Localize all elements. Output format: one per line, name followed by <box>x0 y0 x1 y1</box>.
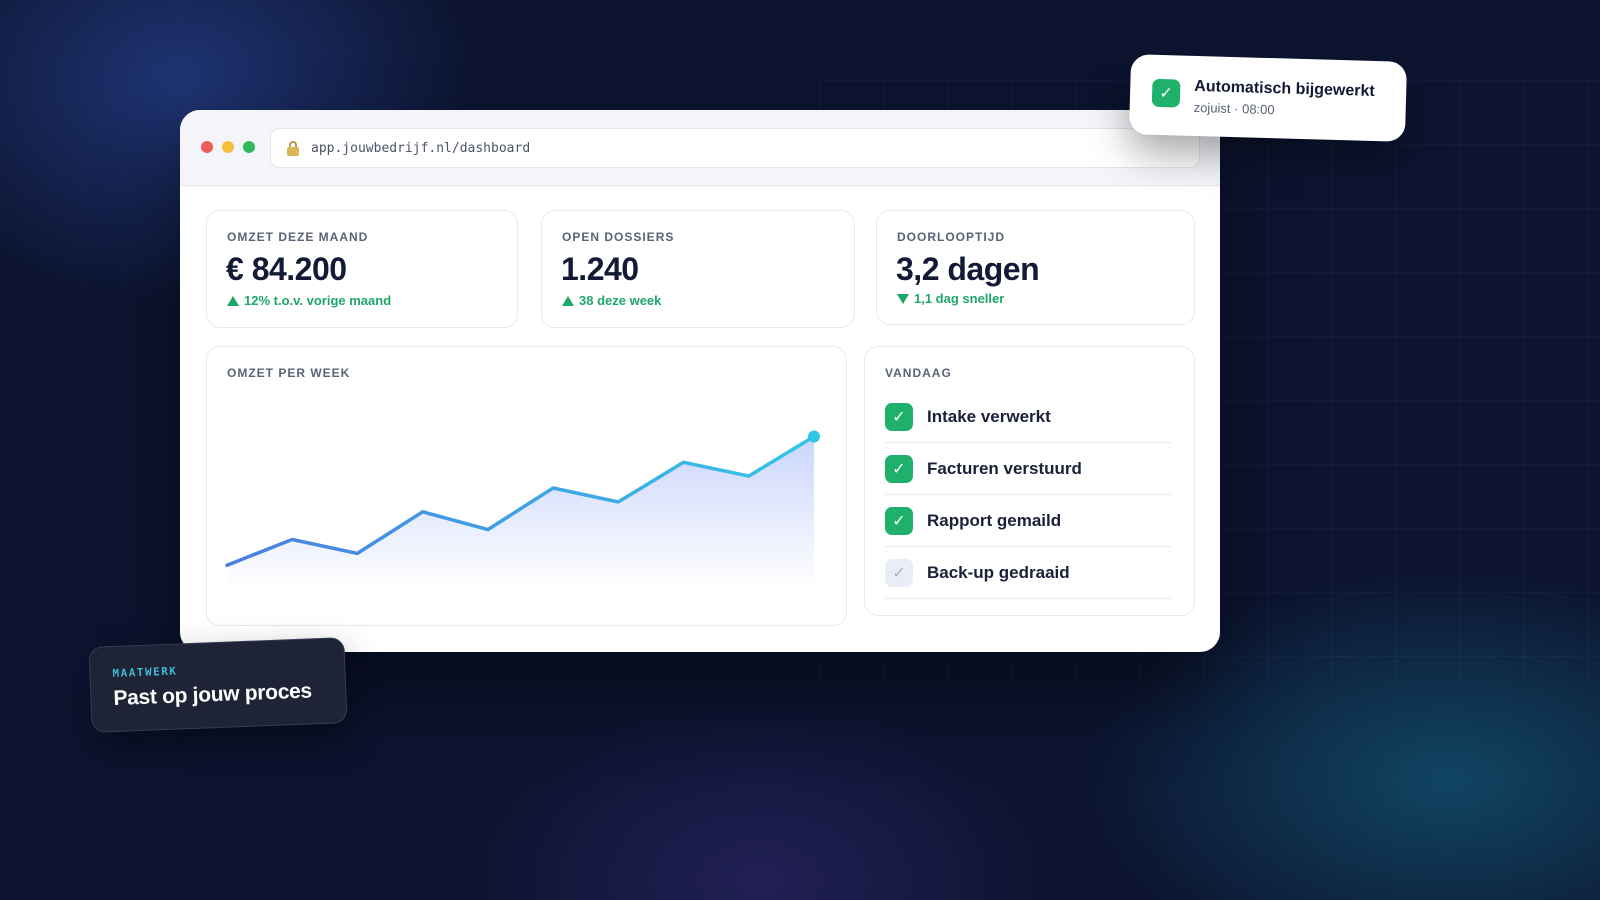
todo-item[interactable]: ✓ Back-up gedraaid <box>885 547 1171 599</box>
todo-item-label: Facturen verstuurd <box>927 458 1082 478</box>
toast-subtitle: zojuist · 08:00 <box>1193 99 1275 118</box>
kpi-card-lead-time: DOORLOOPTIJD 3,2 dagen 1,1 dag sneller <box>876 210 1195 325</box>
chart-point <box>551 486 555 490</box>
kpi-delta-text: 38 deze week <box>579 293 662 308</box>
kpi-delta-text: 1,1 dag sneller <box>914 291 1005 306</box>
chart-point <box>486 528 490 532</box>
kpi-value: 1.240 <box>561 251 639 287</box>
todo-item-label: Rapport gemaild <box>927 510 1062 530</box>
kpi-delta: 12% t.o.v. vorige maand <box>227 293 391 308</box>
revenue-area-chart <box>225 430 820 589</box>
check-pending-icon[interactable]: ✓ <box>885 558 913 587</box>
kpi-label: DOORLOOPTIJD <box>897 230 1006 244</box>
custom-work-badge: MAATWERK Past op jouw proces <box>88 637 348 733</box>
toast-title: Automatisch bijgewerkt <box>1194 77 1375 100</box>
arrow-down-icon <box>897 293 909 304</box>
kpi-delta-text: 12% t.o.v. vorige maand <box>244 293 392 308</box>
auto-update-toast[interactable]: ✓ Automatisch bijgewerkt zojuist · 08:00 <box>1128 54 1408 142</box>
todo-item[interactable]: ✓ Intake verwerkt <box>885 391 1171 443</box>
check-done-icon[interactable]: ✓ <box>885 454 913 483</box>
window-controls <box>201 141 255 153</box>
kpi-label: OMZET DEZE MAAND <box>227 230 369 244</box>
minimize-window-button[interactable] <box>222 141 234 153</box>
chart-point <box>355 551 359 555</box>
browser-window: app.jouwbedrijf.nl/dashboard OMZET DEZE … <box>180 110 1220 652</box>
browser-titlebar: app.jouwbedrijf.nl/dashboard <box>180 110 1220 186</box>
close-window-button[interactable] <box>201 141 213 153</box>
chart-panel: OMZET PER WEEK <box>206 346 847 626</box>
todo-item-label: Back-up gedraaid <box>927 562 1070 582</box>
check-icon: ✓ <box>1151 78 1181 108</box>
address-bar[interactable]: app.jouwbedrijf.nl/dashboard <box>270 128 1200 168</box>
chart-point <box>682 460 686 464</box>
chart-point <box>747 474 751 478</box>
today-title: VANDAAG <box>885 366 952 380</box>
arrow-up-icon <box>562 295 574 306</box>
kpi-card-open-files: OPEN DOSSIERS 1.240 38 deze week <box>541 210 855 328</box>
chart-point <box>225 563 229 567</box>
today-panel: VANDAAG ✓ Intake verwerkt ✓ Facturen verstu… <box>864 346 1195 616</box>
todo-item-label: Intake verwerkt <box>927 406 1051 426</box>
kpi-label: OPEN DOSSIERS <box>562 230 675 244</box>
arrow-up-icon <box>227 295 239 306</box>
check-done-icon[interactable]: ✓ <box>885 506 913 535</box>
chart-area-fill <box>227 436 814 589</box>
url-text: app.jouwbedrijf.nl/dashboard <box>311 140 531 156</box>
chart-point <box>616 500 620 504</box>
kpi-delta: 38 deze week <box>562 293 661 308</box>
todo-item[interactable]: ✓ Rapport gemaild <box>885 495 1171 547</box>
kpi-value: € 84.200 <box>226 251 347 287</box>
kpi-card-revenue: OMZET DEZE MAAND € 84.200 12% t.o.v. vor… <box>206 210 518 328</box>
lock-icon <box>287 141 299 156</box>
check-done-icon[interactable]: ✓ <box>885 402 913 431</box>
chart-last-point[interactable] <box>808 430 820 443</box>
chart-point <box>290 538 294 542</box>
badge-title: Past op jouw proces <box>113 679 313 711</box>
badge-kicker: MAATWERK <box>112 664 178 681</box>
kpi-value: 3,2 dagen <box>896 251 1040 287</box>
todo-list: ✓ Intake verwerkt ✓ Facturen verstuurd ✓ Rapp… <box>885 391 1171 599</box>
chart-point <box>421 510 425 514</box>
kpi-delta: 1,1 dag sneller <box>897 291 1004 306</box>
todo-item[interactable]: ✓ Facturen verstuurd <box>885 443 1171 495</box>
maximize-window-button[interactable] <box>243 141 255 153</box>
